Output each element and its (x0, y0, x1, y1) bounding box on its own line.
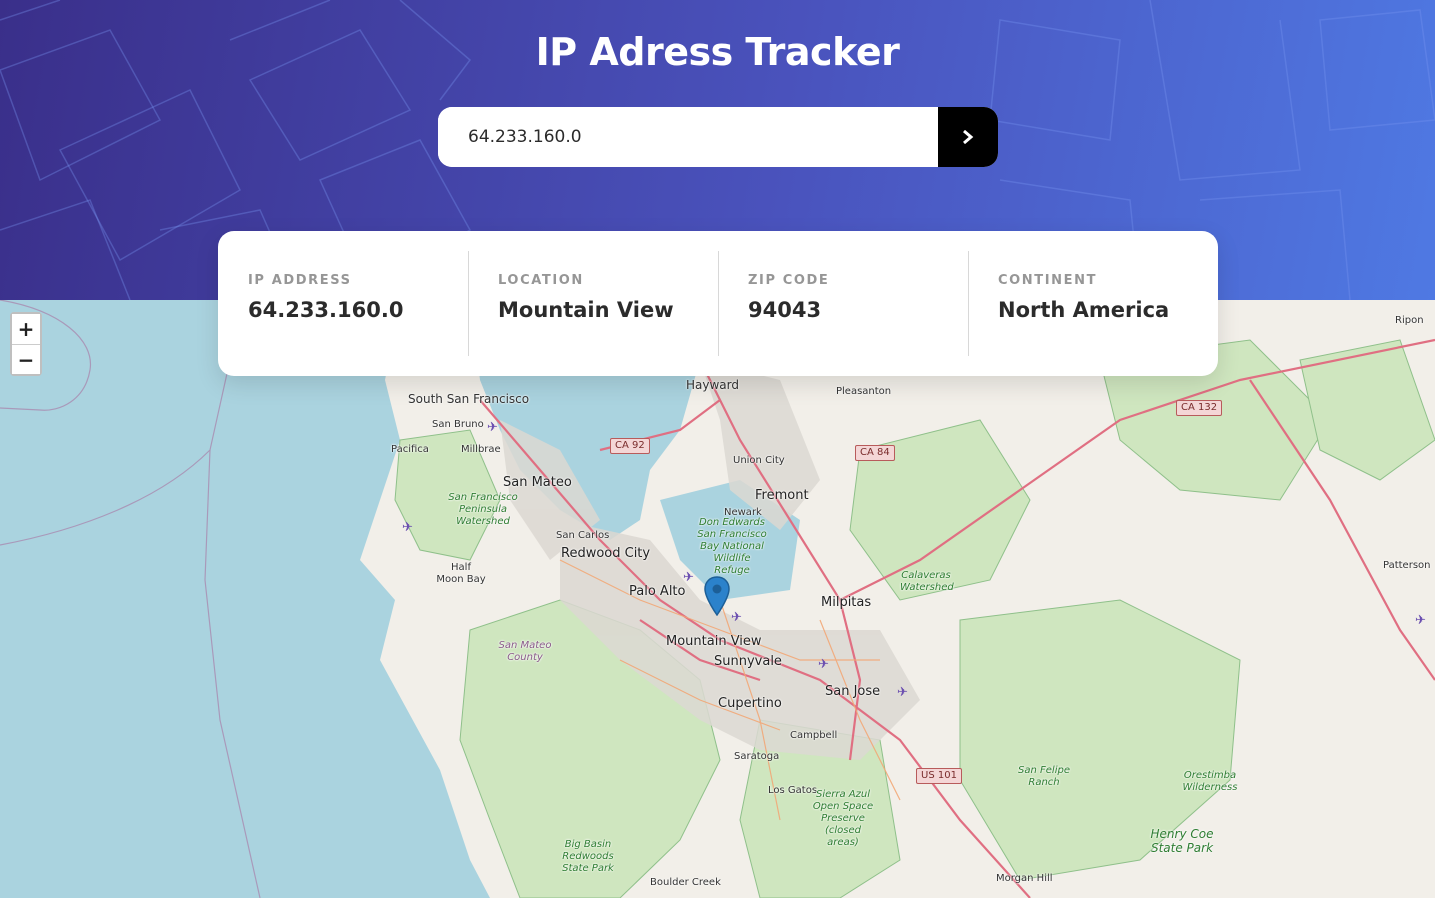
place-south-san-francisco: South San Francisco (408, 392, 530, 406)
zoom-in-button[interactable]: + (12, 314, 40, 344)
airport-icon: ✈ (731, 610, 742, 625)
place-pleasanton: Pleasanton (836, 386, 892, 397)
ip-search-form (438, 107, 998, 167)
place-hayward: Hayward (686, 378, 739, 392)
place-pacifica: Pacifica (391, 444, 429, 455)
map-pin-icon (704, 576, 730, 616)
shield-ca132: CA 132 (1176, 400, 1223, 416)
ip-address-label: IP ADDRESS (248, 273, 352, 288)
place-palo-alto: Palo Alto (629, 584, 686, 599)
zip-code-section: ZIP CODE 94043 (718, 251, 968, 356)
shield-us101: US 101 (916, 768, 962, 784)
zoom-control: + − (10, 312, 42, 376)
place-san-mateo: San Mateo (503, 475, 572, 490)
airport-icon: ✈ (683, 570, 694, 585)
location-value: Mountain View (498, 298, 674, 322)
place-fremont: Fremont (755, 488, 809, 503)
place-redwood-city: Redwood City (561, 546, 651, 561)
ip-info-card: IP ADDRESS 64.233.160.0 LOCATION Mountai… (218, 231, 1218, 376)
place-san-bruno: San Bruno (432, 419, 484, 430)
place-mountain-view: Mountain View (666, 634, 762, 649)
airport-icon: ✈ (402, 520, 413, 535)
zoom-out-button[interactable]: − (12, 344, 40, 374)
place-saratoga: Saratoga (734, 751, 780, 762)
airport-icon: ✈ (1415, 613, 1426, 628)
airport-icon: ✈ (818, 657, 829, 672)
place-sunnyvale: Sunnyvale (714, 654, 782, 669)
place-san-jose: San Jose (825, 684, 881, 699)
continent-value: North America (998, 298, 1170, 322)
zip-code-value: 94043 (748, 298, 822, 322)
airport-icon: ✈ (897, 685, 908, 700)
place-milpitas: Milpitas (821, 595, 872, 610)
airport-icon: ✈ (487, 420, 498, 435)
location-label: LOCATION (498, 273, 584, 288)
shield-ca92: CA 92 (610, 438, 650, 454)
place-morgan-hill: Morgan Hill (996, 873, 1053, 884)
continent-section: CONTINENT North America (968, 251, 1218, 356)
map-view[interactable]: Hayward Pleasanton South San Francisco S… (0, 300, 1435, 898)
page-title: IP Adress Tracker (535, 30, 900, 74)
park-sierra-azul: Sierra Azul Open Space Preserve (closed … (812, 789, 874, 848)
ip-search-input[interactable] (438, 107, 938, 167)
shield-ca84: CA 84 (855, 445, 895, 461)
place-ripon: Ripon (1395, 315, 1424, 326)
place-san-carlos: San Carlos (556, 530, 610, 541)
place-cupertino: Cupertino (718, 696, 782, 711)
park-big-basin: Big Basin Redwoods State Park (562, 839, 614, 874)
place-union-city: Union City (733, 455, 785, 466)
park-calaveras: Calaveras Watershed (900, 570, 954, 593)
zip-code-label: ZIP CODE (748, 273, 830, 288)
place-half-moon-bay: Half Moon Bay (436, 562, 486, 585)
ip-address-section: IP ADDRESS 64.233.160.0 (218, 251, 468, 356)
place-patterson: Patterson (1383, 560, 1431, 571)
place-boulder-creek: Boulder Creek (650, 877, 721, 888)
place-millbrae: Millbrae (461, 444, 501, 455)
park-sf-watershed: San Francisco Peninsula Watershed (448, 492, 518, 527)
location-section: LOCATION Mountain View (468, 251, 718, 356)
park-henry-coe: Henry Coe State Park (1150, 827, 1214, 855)
ip-address-value: 64.233.160.0 (248, 298, 404, 322)
park-don-edwards: Don Edwards San Francisco Bay National W… (697, 517, 767, 576)
park-san-felipe: San Felipe Ranch (1018, 765, 1070, 788)
county-san-mateo: San Mateo County (498, 640, 552, 663)
chevron-right-icon (963, 130, 974, 144)
place-campbell: Campbell (790, 730, 838, 741)
search-submit-button[interactable] (938, 107, 998, 167)
page: IP Adress Tracker IP ADDRESS 64.233.160.… (0, 0, 1435, 898)
park-orestimba: Orestimba Wilderness (1182, 770, 1238, 793)
continent-label: CONTINENT (998, 273, 1098, 288)
